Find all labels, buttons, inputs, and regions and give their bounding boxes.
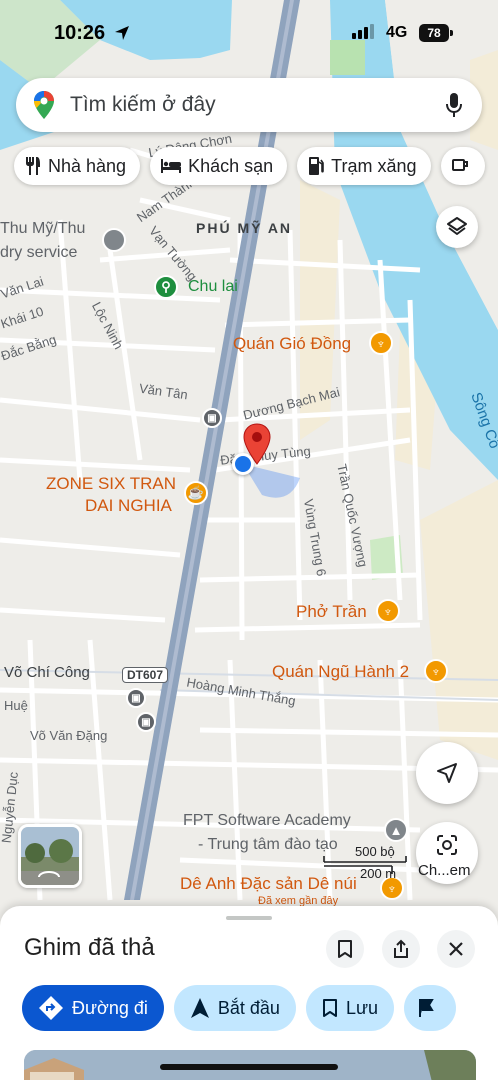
poi-chu-lai-label[interactable]: Chu lai xyxy=(188,278,238,296)
street-hue: Huệ xyxy=(4,698,28,713)
scale-bar xyxy=(323,856,407,874)
search-bar[interactable]: Tìm kiếm ở đây xyxy=(16,78,482,132)
layers-button[interactable] xyxy=(436,206,478,248)
start-button[interactable]: Bắt đầu xyxy=(173,985,296,1031)
poi-pho-tran-label[interactable]: Phở Trần xyxy=(296,602,367,622)
poi-fpt-label-2[interactable]: - Trung tâm đào tạo xyxy=(198,836,338,854)
share-icon xyxy=(394,939,408,958)
current-location-dot xyxy=(232,453,254,475)
fork-knife-icon xyxy=(26,157,40,175)
poi-zone-six-label[interactable]: ZONE SIX TRAN xyxy=(46,474,176,494)
chip-gas-stations-label: Trạm xăng xyxy=(331,155,417,176)
chip-hotels-label: Khách sạn xyxy=(188,155,274,176)
start-label: Bắt đầu xyxy=(217,997,280,1018)
chip-restaurants[interactable]: Nhà hàng xyxy=(14,147,141,185)
bus-stop-icon[interactable]: ▣ xyxy=(126,688,146,708)
street-view-thumbnail[interactable] xyxy=(18,824,82,888)
home-indicator[interactable] xyxy=(160,1064,338,1070)
park-pin-icon[interactable]: ⚲ xyxy=(154,275,178,299)
poi-zone-six-label-2[interactable]: DAI NGHIA xyxy=(85,496,172,516)
close-icon xyxy=(449,942,463,956)
save-bookmark-button[interactable] xyxy=(326,930,364,968)
battery-level: 78 xyxy=(427,26,441,40)
poi-fpt-label[interactable]: FPT Software Academy xyxy=(183,812,351,830)
poi-quan-gio-dong-label[interactable]: Quán Gió Đồng xyxy=(233,334,351,354)
restaurant-pin-icon[interactable]: ♆ xyxy=(376,599,400,623)
navigation-icon xyxy=(190,998,209,1018)
flag-icon xyxy=(419,999,434,1017)
laundry-pin-icon[interactable] xyxy=(102,228,126,252)
street-vo-van-dang: Võ Văn Đặng xyxy=(30,728,108,743)
poi-thu-my-label[interactable]: Thu Mỹ/Thu xyxy=(0,220,85,238)
bottom-sheet[interactable]: Ghim đã thả Đường đi Bắt đầu Lưu xyxy=(0,906,498,1080)
bus-stop-icon[interactable]: ▣ xyxy=(136,712,156,732)
battery-icon: 78 xyxy=(419,24,449,42)
navigation-arrow-icon xyxy=(437,763,457,783)
bed-icon xyxy=(161,159,182,173)
layers-icon xyxy=(447,217,467,235)
battery-tip xyxy=(450,30,453,36)
search-placeholder[interactable]: Tìm kiếm ở đây xyxy=(70,93,216,117)
sheet-title: Ghim đã thả xyxy=(24,934,155,961)
lens-icon xyxy=(437,835,457,855)
route-shield-dt607: DT607 xyxy=(122,667,169,683)
cafe-pin-icon[interactable]: ☕ xyxy=(184,481,208,505)
bookmark-icon xyxy=(338,940,352,958)
save-button[interactable]: Lưu xyxy=(305,985,395,1031)
poi-thu-my-label-2[interactable]: dry service xyxy=(0,244,77,262)
district-label: PHÚ MỸ AN xyxy=(196,220,293,236)
poi-quan-ngu-hanh-label[interactable]: Quán Ngũ Hành 2 xyxy=(272,662,409,682)
bookmark-icon xyxy=(322,999,337,1017)
coffee-icon xyxy=(451,159,468,171)
save-label: Lưu xyxy=(345,997,379,1018)
bus-stop-icon[interactable]: ▣ xyxy=(202,408,222,428)
share-button[interactable] xyxy=(382,930,420,968)
chip-hotels[interactable]: Khách sạn xyxy=(150,147,288,185)
lens-button-label[interactable]: Ch...em xyxy=(418,862,471,879)
chip-gas-stations[interactable]: Trạm xăng xyxy=(297,147,431,185)
status-bar: 10:26 4G 78 xyxy=(0,0,498,66)
sheet-drag-handle[interactable] xyxy=(226,916,272,920)
signal-icon xyxy=(352,24,374,39)
sheet-actions: Đường đi Bắt đầu Lưu xyxy=(22,985,457,1031)
microphone-icon[interactable] xyxy=(444,92,464,118)
restaurant-pin-icon[interactable]: ♆ xyxy=(424,659,448,683)
street-view-image xyxy=(21,827,79,885)
my-location-button[interactable] xyxy=(416,742,478,804)
category-chips: Nhà hàng Khách sạn Trạm xăng xyxy=(14,147,485,185)
chip-restaurants-label: Nhà hàng xyxy=(48,155,127,176)
google-maps-logo-icon xyxy=(34,91,54,119)
directions-icon xyxy=(39,996,63,1020)
directions-label: Đường đi xyxy=(72,997,148,1018)
chip-more[interactable] xyxy=(440,147,485,185)
restaurant-pin-icon[interactable]: ♆ xyxy=(369,331,393,355)
status-time: 10:26 xyxy=(54,22,106,44)
network-type: 4G xyxy=(386,24,408,41)
location-arrow-icon xyxy=(115,26,129,40)
more-actions-button[interactable] xyxy=(404,985,457,1031)
school-pin-icon[interactable]: ▲ xyxy=(384,818,408,842)
close-button[interactable] xyxy=(437,930,475,968)
directions-button[interactable]: Đường đi xyxy=(22,985,164,1031)
gas-pump-icon xyxy=(309,157,324,175)
street-vo-chi-cong: Võ Chí Công xyxy=(4,664,90,681)
